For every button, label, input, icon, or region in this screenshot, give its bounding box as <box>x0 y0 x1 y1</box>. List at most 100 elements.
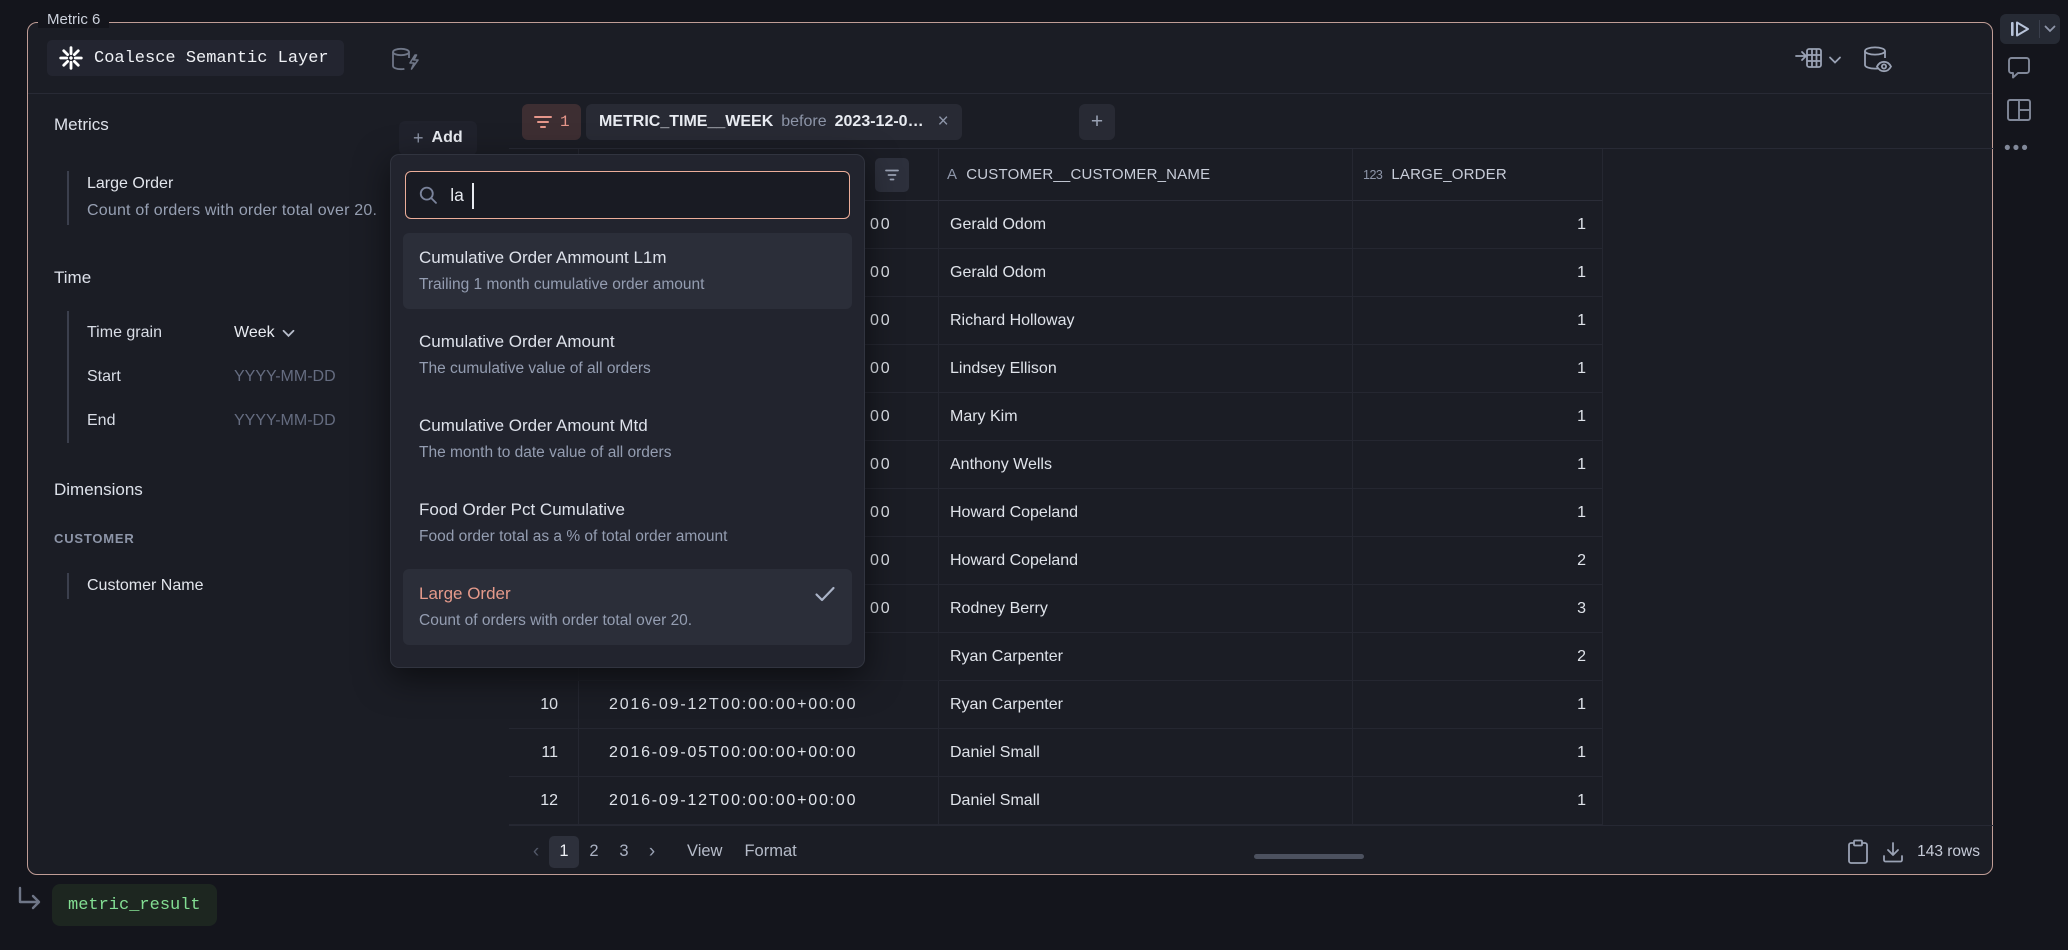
cell-customer-name: Gerald Odom <box>939 249 1353 297</box>
dimension-item-name: Customer Name <box>87 573 203 599</box>
view-button[interactable]: View <box>687 842 722 861</box>
dimensions-heading: Dimensions <box>54 480 143 500</box>
cell-customer-name: Howard Copeland <box>939 489 1353 537</box>
table-row: 10 2016-09-12T00:00:00+00:00 Ryan Carpen… <box>509 681 1994 729</box>
filter-pill[interactable]: METRIC_TIME__WEEK before 2023-12-0… × <box>586 104 962 140</box>
metric-option[interactable]: Large Order Count of orders with order t… <box>403 569 852 645</box>
cell-empty <box>1603 489 1994 537</box>
page-button[interactable]: 2 <box>579 836 609 868</box>
add-metric-button[interactable]: + Add <box>399 121 477 155</box>
table-row: 11 2016-09-05T00:00:00+00:00 Daniel Smal… <box>509 729 1994 777</box>
cell-large-order: 1 <box>1353 345 1603 393</box>
metric-option[interactable]: Cumulative Order Amount Mtd The month to… <box>403 401 852 477</box>
cell-customer-name: Anthony Wells <box>939 441 1353 489</box>
cell-metric-time-week: 2016-09-12T00:00:00+00:00 <box>579 777 939 825</box>
metric-search-box <box>405 171 850 219</box>
end-label: End <box>87 399 234 443</box>
output-arrow-icon <box>14 884 46 920</box>
cell-large-order: 1 <box>1353 681 1603 729</box>
filter-count-chip[interactable]: 1 <box>522 104 581 140</box>
format-button[interactable]: Format <box>744 842 796 861</box>
start-date-input[interactable]: YYYY-MM-DD <box>234 355 336 399</box>
number-type-icon: 123 <box>1363 168 1382 182</box>
cell-header: Coalesce Semantic Layer <box>28 23 1992 93</box>
layout-button[interactable] <box>2006 98 2032 122</box>
cell-large-order: 2 <box>1353 537 1603 585</box>
filter-field: METRIC_TIME__WEEK <box>599 113 773 131</box>
cell-customer-name: Daniel Small <box>939 777 1353 825</box>
metric-search-results: Cumulative Order Ammount L1m Trailing 1 … <box>403 233 852 645</box>
coalesce-logo-icon <box>58 45 84 71</box>
metric-option[interactable]: Cumulative Order Ammount L1m Trailing 1 … <box>403 233 852 309</box>
add-filter-button[interactable]: + <box>1079 104 1115 140</box>
cell-empty <box>1603 729 1994 777</box>
coalesce-source-chip[interactable]: Coalesce Semantic Layer <box>47 40 344 76</box>
more-options-button[interactable]: ••• <box>2004 138 2030 160</box>
cell-large-order: 1 <box>1353 249 1603 297</box>
cell-header-actions <box>1794 45 1894 75</box>
cell-empty <box>1603 585 1994 633</box>
cell-empty <box>1603 201 1994 249</box>
cell-customer-name: Howard Copeland <box>939 537 1353 585</box>
remove-filter-icon[interactable]: × <box>932 111 949 133</box>
start-date-row: Start YYYY-MM-DD <box>87 355 336 399</box>
column-header-large-order[interactable]: 123 LARGE_ORDER <box>1353 149 1603 201</box>
metric-option[interactable]: Food Order Pct Cumulative Food order tot… <box>403 485 852 561</box>
cell-output-row: metric_result <box>14 884 217 926</box>
horizontal-scrollbar[interactable] <box>1254 854 1364 859</box>
run-options-button[interactable] <box>2040 25 2060 33</box>
plus-icon: + <box>413 128 424 149</box>
cell-customer-name: Richard Holloway <box>939 297 1353 345</box>
chevron-down-icon <box>2044 25 2056 33</box>
cell-customer-name: Mary Kim <box>939 393 1353 441</box>
cell-customer-name: Ryan Carpenter <box>939 633 1353 681</box>
page-buttons: 123 <box>549 836 639 868</box>
cell-large-order: 1 <box>1353 729 1603 777</box>
time-grain-row: Time grain Week <box>87 311 336 355</box>
comment-bubble-icon <box>2006 56 2032 80</box>
output-variable-name: metric_result <box>68 896 201 915</box>
run-cell-button[interactable] <box>2000 21 2039 37</box>
metrics-heading: Metrics <box>54 115 109 135</box>
download-icon[interactable] <box>1881 840 1905 864</box>
cell-customer-name: Rodney Berry <box>939 585 1353 633</box>
end-date-input[interactable]: YYYY-MM-DD <box>234 399 336 443</box>
metric-search-dropdown: Cumulative Order Ammount L1m Trailing 1 … <box>390 154 865 668</box>
prev-page-button[interactable]: ‹ <box>523 841 549 863</box>
column-filter-button[interactable] <box>875 158 909 192</box>
metric-item[interactable]: Large Order Count of orders with order t… <box>67 171 377 225</box>
database-lightning-icon[interactable] <box>390 47 420 73</box>
cell-empty <box>1603 633 1994 681</box>
layout-panels-icon <box>2006 98 2032 122</box>
cell-large-order: 1 <box>1353 441 1603 489</box>
metric-search-input[interactable] <box>450 185 837 206</box>
dimension-group-label: CUSTOMER <box>54 531 135 546</box>
output-variable-chip[interactable]: metric_result <box>52 884 217 926</box>
cell-metric-time-week: 2016-09-12T00:00:00+00:00 <box>579 681 939 729</box>
row-count: 143 rows <box>1917 843 1980 861</box>
row-number: 12 <box>509 777 579 825</box>
metric-option[interactable]: Cumulative Order Amount The cumulative v… <box>403 317 852 393</box>
metric-item-name: Large Order <box>87 171 377 197</box>
column-header-customer-name[interactable]: A CUSTOMER__CUSTOMER_NAME <box>939 149 1353 201</box>
metric-cell-card: Metric 6 Coalesce Semantic Layer <box>27 22 1993 875</box>
cell-empty <box>1603 681 1994 729</box>
time-grain-label: Time grain <box>87 311 234 355</box>
run-icon <box>2010 21 2030 37</box>
preview-source-data-button[interactable] <box>1862 45 1894 75</box>
comments-button[interactable] <box>2006 56 2032 80</box>
dimension-item[interactable]: Customer Name <box>67 573 203 599</box>
page-button[interactable]: 1 <box>549 836 579 868</box>
chevron-down-icon <box>1828 55 1842 65</box>
cell-metric-time-week: 2016-09-05T00:00:00+00:00 <box>579 729 939 777</box>
copy-table-icon[interactable] <box>1847 839 1869 865</box>
metric-item-description: Count of orders with order total over 20… <box>87 197 377 225</box>
next-page-button[interactable]: › <box>639 841 665 863</box>
cell-customer-name: Ryan Carpenter <box>939 681 1353 729</box>
open-as-table-button[interactable] <box>1794 46 1842 74</box>
table-footer: ‹ 123 › View Format 143 rows <box>509 825 1994 877</box>
cell-large-order: 2 <box>1353 633 1603 681</box>
check-icon <box>814 585 836 603</box>
page-button[interactable]: 3 <box>609 836 639 868</box>
time-grain-select[interactable]: Week <box>234 311 295 355</box>
